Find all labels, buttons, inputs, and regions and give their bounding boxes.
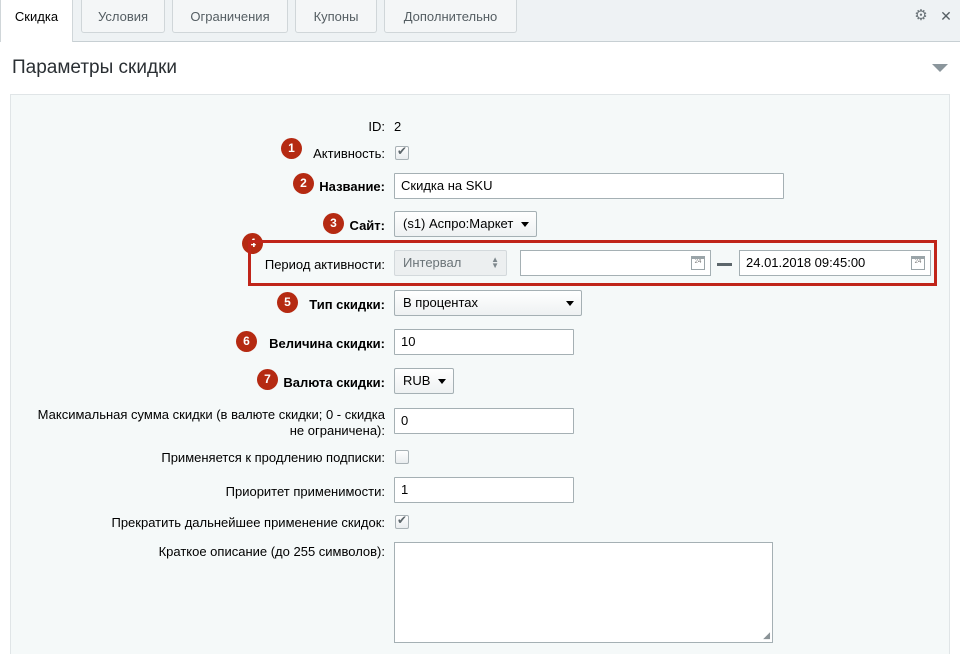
renewal-label: Применяется к продлению подписки: — [161, 450, 385, 465]
tab-additional[interactable]: Дополнительно — [384, 0, 517, 33]
calendar-icon[interactable]: 24 — [911, 256, 925, 270]
updown-arrows-icon: ▲ ▼ — [491, 255, 499, 270]
site-label: Сайт: — [349, 218, 385, 233]
badge-6: 6 — [236, 331, 257, 352]
currency-label: Валюта скидки: — [283, 375, 385, 390]
period-from-input[interactable]: 24 — [520, 250, 711, 276]
tab-conditions[interactable]: Условия — [81, 0, 165, 33]
period-label: Период активности: — [264, 257, 385, 272]
discount-value-label: Величина скидки: — [269, 336, 385, 351]
site-select[interactable]: (s1) Аспро:Маркет — [394, 211, 537, 237]
active-checkbox[interactable]: ✔ — [395, 144, 409, 160]
badge-1: 1 — [281, 138, 302, 159]
id-value: 2 — [394, 119, 402, 134]
calendar-day: 24 — [914, 259, 922, 265]
priority-input[interactable]: 1 — [394, 477, 574, 503]
tab-bar: Скидка Условия Ограничения Купоны Дополн… — [0, 0, 960, 42]
chevron-down-icon — [521, 222, 529, 227]
priority-label: Приоритет применимости: — [225, 484, 385, 499]
stop-further-checkbox[interactable]: ✔ — [395, 513, 409, 529]
description-label: Краткое описание (до 255 символов): — [158, 544, 385, 559]
period-mode-value: Интервал — [403, 255, 462, 270]
discount-value-input[interactable]: 10 — [394, 329, 574, 355]
tab-discount[interactable]: Скидка — [0, 0, 73, 42]
max-sum-input[interactable]: 0 — [394, 408, 574, 434]
tab-restrictions[interactable]: Ограничения — [172, 0, 288, 33]
chevron-down-icon[interactable] — [932, 64, 948, 72]
id-label: ID: — [368, 119, 385, 134]
check-icon: ✔ — [397, 513, 408, 527]
currency-select[interactable]: RUB — [394, 368, 454, 394]
name-label: Название: — [319, 179, 385, 194]
calendar-icon[interactable]: 24 — [691, 256, 705, 270]
currency-value: RUB — [403, 373, 431, 388]
max-sum-label-line1: Максимальная сумма скидки (в валюте скид… — [37, 407, 385, 422]
resize-handle-icon[interactable]: ◢ — [763, 630, 770, 641]
check-icon: ✔ — [397, 144, 408, 158]
badge-2: 2 — [293, 173, 314, 194]
gear-icon[interactable]: ⚙ — [913, 8, 929, 24]
calendar-day: 24 — [694, 259, 702, 265]
period-to-input[interactable]: 24.01.2018 09:45:00 24 — [739, 250, 931, 276]
badge-3: 3 — [323, 213, 344, 234]
site-select-value: (s1) Аспро:Маркет — [403, 216, 514, 231]
discount-type-select[interactable]: В процентах — [394, 290, 582, 316]
discount-type-value: В процентах — [403, 295, 479, 310]
discount-type-label: Тип скидки: — [309, 297, 385, 312]
close-icon[interactable]: ✕ — [938, 8, 954, 24]
max-sum-label-line2: не ограничена): — [289, 423, 385, 438]
description-textarea[interactable]: ◢ — [394, 542, 773, 643]
badge-5: 5 — [277, 292, 298, 313]
active-label: Активность: — [313, 146, 385, 161]
section-title: Параметры скидки — [12, 57, 177, 78]
period-mode-select[interactable]: Интервал ▲ ▼ — [394, 250, 507, 276]
renewal-checkbox[interactable] — [395, 450, 409, 464]
period-separator — [717, 263, 732, 266]
tab-coupons[interactable]: Купоны — [295, 0, 377, 33]
badge-7: 7 — [257, 369, 278, 390]
chevron-down-icon — [438, 379, 446, 384]
stop-further-label: Прекратить дальнейшее применение скидок: — [111, 515, 385, 530]
period-to-value: 24.01.2018 09:45:00 — [746, 255, 866, 270]
chevron-down-icon — [566, 301, 574, 306]
name-input[interactable]: Скидка на SKU — [394, 173, 784, 199]
